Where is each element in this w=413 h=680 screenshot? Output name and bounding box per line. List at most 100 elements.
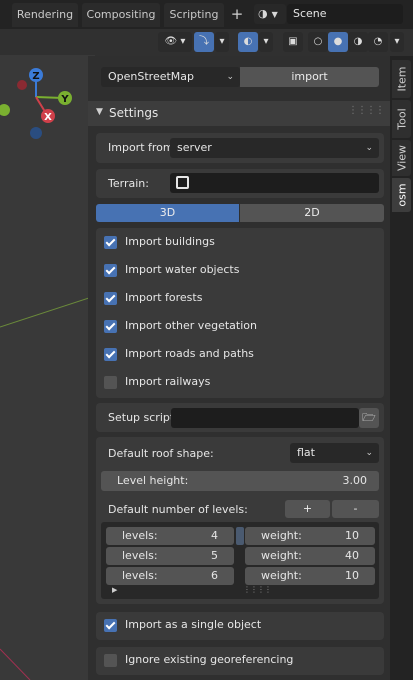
mode-2d-button[interactable]: 2D: [240, 204, 384, 222]
levels-field[interactable]: levels: 5: [106, 547, 234, 565]
sidebar-tabs: Item Tool View osm: [390, 56, 413, 680]
levels-label: levels:: [122, 569, 158, 582]
tab-item[interactable]: Item: [392, 60, 411, 98]
remove-level-button[interactable]: -: [332, 500, 379, 518]
levels-value: 4: [211, 529, 218, 542]
tab-osm[interactable]: osm: [392, 178, 411, 212]
drag-handle-icon[interactable]: ⋮⋮⋮⋮: [348, 105, 385, 116]
checkbox[interactable]: [104, 654, 117, 667]
gizmo-icon: ⤵: [199, 36, 209, 47]
level-height-value: 3.00: [342, 474, 368, 487]
import-button[interactable]: import: [240, 67, 379, 87]
chevron-down-icon: ▾: [394, 36, 400, 47]
checkbox-label: Import forests: [125, 291, 203, 304]
import-from-dropdown[interactable]: server ⌄: [170, 138, 379, 158]
3d-viewport[interactable]: Z Y X: [0, 29, 95, 680]
levels-label: levels:: [122, 549, 158, 562]
setup-script-panel: Setup script: 🗁︎: [96, 403, 384, 432]
checkbox-label: Import railways: [125, 375, 211, 388]
add-level-button[interactable]: +: [285, 500, 330, 518]
tab-tool[interactable]: Tool: [392, 100, 411, 138]
weight-label: weight:: [261, 549, 302, 562]
default-levels-label: Default number of levels:: [108, 503, 248, 516]
tab-scripting[interactable]: Scripting: [164, 3, 224, 27]
settings-title: Settings: [109, 106, 159, 120]
xray-icon: ▣: [288, 36, 298, 47]
checkbox[interactable]: [104, 376, 117, 389]
provider-dropdown[interactable]: OpenStreetMap ⌄: [101, 67, 240, 87]
scene-selector-button[interactable]: ◑ ▼: [254, 4, 286, 24]
checkbox[interactable]: [104, 320, 117, 333]
tab-item-label: Item: [395, 66, 408, 92]
mode-3d-button[interactable]: 3D: [96, 204, 239, 222]
weight-value: 10: [345, 529, 359, 542]
checkbox[interactable]: [104, 236, 117, 249]
levels-field[interactable]: levels: 4: [106, 527, 234, 545]
mesh-icon: [176, 176, 189, 189]
checkbox[interactable]: [104, 264, 117, 277]
levels-field[interactable]: levels: 6: [106, 567, 234, 585]
roof-shape-value: flat: [297, 446, 315, 459]
weight-field[interactable]: weight: 10: [245, 567, 375, 585]
terrain-object-field[interactable]: [170, 173, 379, 193]
gizmo-neg-x-handle: [17, 80, 27, 90]
tab-view[interactable]: View: [392, 140, 411, 176]
level-height-field[interactable]: Level height: 3.00: [101, 471, 379, 491]
checkbox[interactable]: [104, 348, 117, 361]
levels-value: 6: [211, 569, 218, 582]
weight-field[interactable]: weight: 10: [245, 527, 375, 545]
weight-label: weight:: [261, 529, 302, 542]
gizmo-dropdown[interactable]: ▾: [215, 32, 229, 52]
gizmo-toggle-button[interactable]: ⤵: [194, 32, 214, 52]
file-browser-button[interactable]: 🗁︎: [359, 408, 379, 428]
chevron-down-icon: ▼: [271, 10, 278, 19]
visibility-button[interactable]: 👁︎ ▾: [158, 32, 192, 52]
scene-icon: ◑: [258, 7, 268, 20]
weight-field[interactable]: weight: 40: [245, 547, 375, 565]
import-from-label: Import from:: [108, 141, 178, 154]
import-from-value: server: [177, 141, 212, 154]
overlay-icon: ◐: [243, 36, 253, 47]
expand-arrow-icon[interactable]: ▶: [112, 586, 117, 594]
overlay-toggle-button[interactable]: ◐: [238, 32, 258, 52]
chevron-down-icon: ⌄: [226, 72, 234, 82]
gizmo-neg-y-handle: [0, 104, 10, 116]
checkbox-label: Import buildings: [125, 235, 215, 248]
folder-icon: 🗁︎: [362, 411, 376, 424]
weight-value: 40: [345, 549, 359, 562]
tab-view-label: View: [395, 144, 408, 172]
solid-shading-button[interactable]: ●: [328, 32, 348, 52]
import-from-panel: Import from: server ⌄: [96, 133, 384, 163]
wireframe-sphere-icon: ○: [313, 36, 323, 47]
chevron-down-icon: ⌄: [365, 143, 373, 153]
setup-script-field[interactable]: [171, 408, 359, 428]
level-height-label: Level height:: [117, 474, 189, 487]
shading-dropdown[interactable]: ▾: [390, 32, 404, 52]
resize-grip-icon[interactable]: ⋮⋮⋮⋮: [243, 585, 272, 594]
provider-value: OpenStreetMap: [108, 70, 195, 83]
checkbox-label: Import water objects: [125, 263, 240, 276]
roof-shape-label: Default roof shape:: [108, 447, 214, 460]
gizmo-y-label: Y: [60, 94, 69, 105]
overlay-dropdown[interactable]: ▾: [259, 32, 273, 52]
tab-compositing[interactable]: Compositing: [82, 3, 160, 27]
material-shading-button[interactable]: ◑: [348, 32, 368, 52]
setup-script-label: Setup script:: [108, 411, 178, 424]
settings-panel-header[interactable]: ▼ Settings ⋮⋮⋮⋮: [88, 101, 390, 126]
wireframe-shading-button[interactable]: ○: [308, 32, 328, 52]
checkbox[interactable]: [104, 292, 117, 305]
tab-rendering[interactable]: Rendering: [12, 3, 78, 27]
solid-sphere-icon: ●: [333, 36, 343, 47]
tab-tool-label: Tool: [395, 108, 408, 130]
eye-icon: 👁︎ ▾: [164, 36, 186, 47]
levels-value: 5: [211, 549, 218, 562]
rendered-shading-button[interactable]: ◔: [368, 32, 388, 52]
checkbox[interactable]: [104, 619, 117, 632]
roof-shape-dropdown[interactable]: flat ⌄: [290, 443, 379, 463]
viewport-header: 👁︎ ▾ ⤵ ▾ ◐ ▾ ▣ ○ ● ◑ ◔ ▾: [0, 29, 413, 55]
add-workspace-button[interactable]: +: [228, 5, 246, 25]
gizmo-neg-z-handle: [30, 127, 42, 139]
material-sphere-icon: ◑: [353, 36, 363, 47]
scene-name-field[interactable]: Scene: [287, 4, 403, 24]
xray-toggle-button[interactable]: ▣: [283, 32, 303, 52]
